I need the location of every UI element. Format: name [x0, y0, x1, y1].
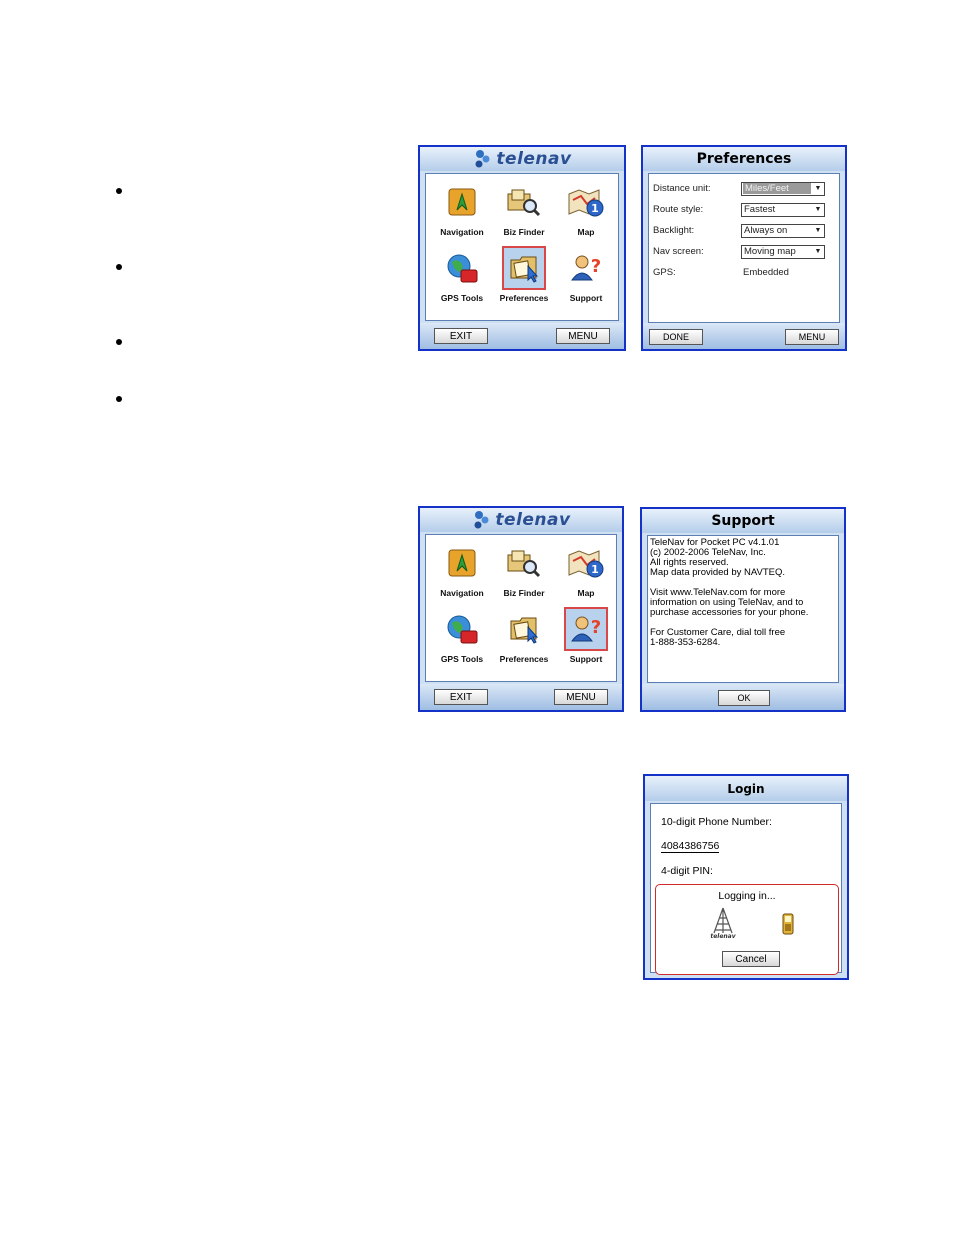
- menu-button[interactable]: MENU: [556, 328, 610, 344]
- exit-button[interactable]: EXIT: [434, 689, 488, 705]
- softkey-bar: EXIT MENU: [420, 323, 624, 349]
- route-style-select[interactable]: Fastest ▼: [741, 202, 825, 217]
- menu-item-gps-tools[interactable]: GPS Tools: [432, 607, 492, 673]
- bullet-1: [116, 188, 122, 194]
- softkey-bar: EXIT MENU: [420, 684, 622, 710]
- menu-item-map[interactable]: 1 Map: [556, 541, 616, 607]
- titlebar: Login: [645, 776, 847, 801]
- menu-panel: Navigation Biz Finder 1 Map GPS Tools Pr…: [425, 173, 619, 321]
- support-icon: ?: [564, 607, 608, 651]
- support-info: TeleNav for Pocket PC v4.1.01 (c) 2002-2…: [650, 537, 809, 648]
- preferences-screen: Preferences Distance unit: Miles/Feet ▼ …: [641, 145, 847, 351]
- support-icon: ?: [564, 246, 608, 290]
- biz-finder-icon: [502, 180, 546, 224]
- status-text: Logging in...: [718, 890, 776, 902]
- menu-item-navigation[interactable]: Navigation: [432, 180, 492, 246]
- menu-item-preferences[interactable]: Preferences: [494, 607, 554, 673]
- menu-item-support[interactable]: ? Support: [556, 246, 616, 312]
- phone-input[interactable]: 4084386756: [661, 840, 720, 853]
- logging-in-dialog: Logging in... telenav Cancel: [655, 884, 839, 975]
- phone-label: 10-digit Phone Number:: [661, 816, 772, 828]
- map-icon: 1: [564, 180, 608, 224]
- bullet-3: [116, 339, 122, 345]
- biz-finder-icon: [502, 541, 546, 585]
- menu-button[interactable]: MENU: [554, 689, 608, 705]
- bullet-4: [116, 396, 122, 402]
- navigation-icon: [440, 541, 484, 585]
- pin-label: 4-digit PIN:: [661, 865, 713, 877]
- nav-screen-select[interactable]: Moving map ▼: [741, 244, 825, 259]
- backlight-select[interactable]: Always on ▼: [741, 223, 825, 238]
- screen-title: Preferences: [696, 151, 792, 167]
- pref-row-distance-unit: Distance unit: Miles/Feet ▼: [649, 178, 839, 199]
- tower-icon: telenav: [708, 907, 738, 940]
- menu-item-gps-tools[interactable]: GPS Tools: [432, 246, 492, 312]
- gps-tools-icon: [440, 246, 484, 290]
- chevron-down-icon: ▼: [814, 248, 822, 255]
- svg-text:1: 1: [591, 202, 599, 215]
- menu-item-support[interactable]: ? Support: [556, 607, 616, 673]
- exit-button[interactable]: EXIT: [434, 328, 488, 344]
- titlebar: telenav: [420, 508, 622, 532]
- screen-title: Login: [727, 781, 765, 796]
- chevron-down-icon: ▼: [814, 206, 822, 213]
- main-menu-screen-2: telenav Navigation Biz Finder 1 Map GPS …: [418, 506, 624, 712]
- main-menu-screen-1: telenav Navigation Biz Finder 1 Map GPS …: [418, 145, 626, 351]
- ok-button[interactable]: OK: [718, 690, 770, 706]
- bullet-2: [116, 264, 122, 270]
- preferences-icon: [502, 246, 546, 290]
- telenav-logo-icon: [475, 150, 490, 168]
- telenav-logo-icon: [474, 511, 489, 529]
- svg-text:1: 1: [591, 563, 599, 576]
- telenav-logo: telenav: [471, 510, 570, 530]
- pref-row-backlight: Backlight: Always on ▼: [649, 220, 839, 241]
- chevron-down-icon: ▼: [814, 227, 822, 234]
- screen-title: Support: [711, 513, 775, 529]
- gps-tools-icon: [440, 607, 484, 651]
- menu-item-preferences[interactable]: Preferences: [494, 246, 554, 312]
- login-screen: Login 10-digit Phone Number: 4084386756 …: [643, 774, 849, 980]
- pref-row-gps: GPS: Embedded: [653, 267, 789, 278]
- pref-row-route-style: Route style: Fastest ▼: [649, 199, 839, 220]
- preferences-panel: Distance unit: Miles/Feet ▼ Route style:…: [648, 173, 840, 323]
- preferences-icon: [502, 607, 546, 651]
- telenav-logo: telenav: [472, 149, 571, 169]
- gps-value: Embedded: [743, 267, 789, 278]
- map-icon: 1: [564, 541, 608, 585]
- menu-panel: Navigation Biz Finder 1 Map GPS Tools Pr…: [425, 534, 617, 682]
- distance-unit-select[interactable]: Miles/Feet ▼: [741, 181, 825, 196]
- softkey-bar: DONE MENU: [643, 323, 845, 349]
- menu-item-biz-finder[interactable]: Biz Finder: [494, 180, 554, 246]
- navigation-icon: [440, 180, 484, 224]
- menu-item-navigation[interactable]: Navigation: [432, 541, 492, 607]
- chevron-down-icon: ▼: [814, 185, 822, 192]
- support-screen: Support TeleNav for Pocket PC v4.1.01 (c…: [640, 507, 846, 712]
- menu-button[interactable]: MENU: [785, 329, 839, 345]
- login-panel: 10-digit Phone Number: 4084386756 4-digi…: [650, 803, 842, 975]
- cancel-button[interactable]: Cancel: [722, 951, 780, 967]
- titlebar: telenav: [420, 147, 624, 171]
- softkey-bar: OK: [642, 684, 844, 710]
- svg-text:?: ?: [591, 256, 601, 277]
- titlebar: Support: [642, 509, 844, 533]
- support-panel: TeleNav for Pocket PC v4.1.01 (c) 2002-2…: [647, 535, 839, 683]
- menu-item-biz-finder[interactable]: Biz Finder: [494, 541, 554, 607]
- titlebar: Preferences: [643, 147, 845, 171]
- done-button[interactable]: DONE: [649, 329, 703, 345]
- phone-icon: [782, 913, 794, 939]
- pref-row-nav-screen: Nav screen: Moving map ▼: [649, 241, 839, 262]
- menu-item-map[interactable]: 1 Map: [556, 180, 616, 246]
- svg-text:?: ?: [591, 617, 601, 638]
